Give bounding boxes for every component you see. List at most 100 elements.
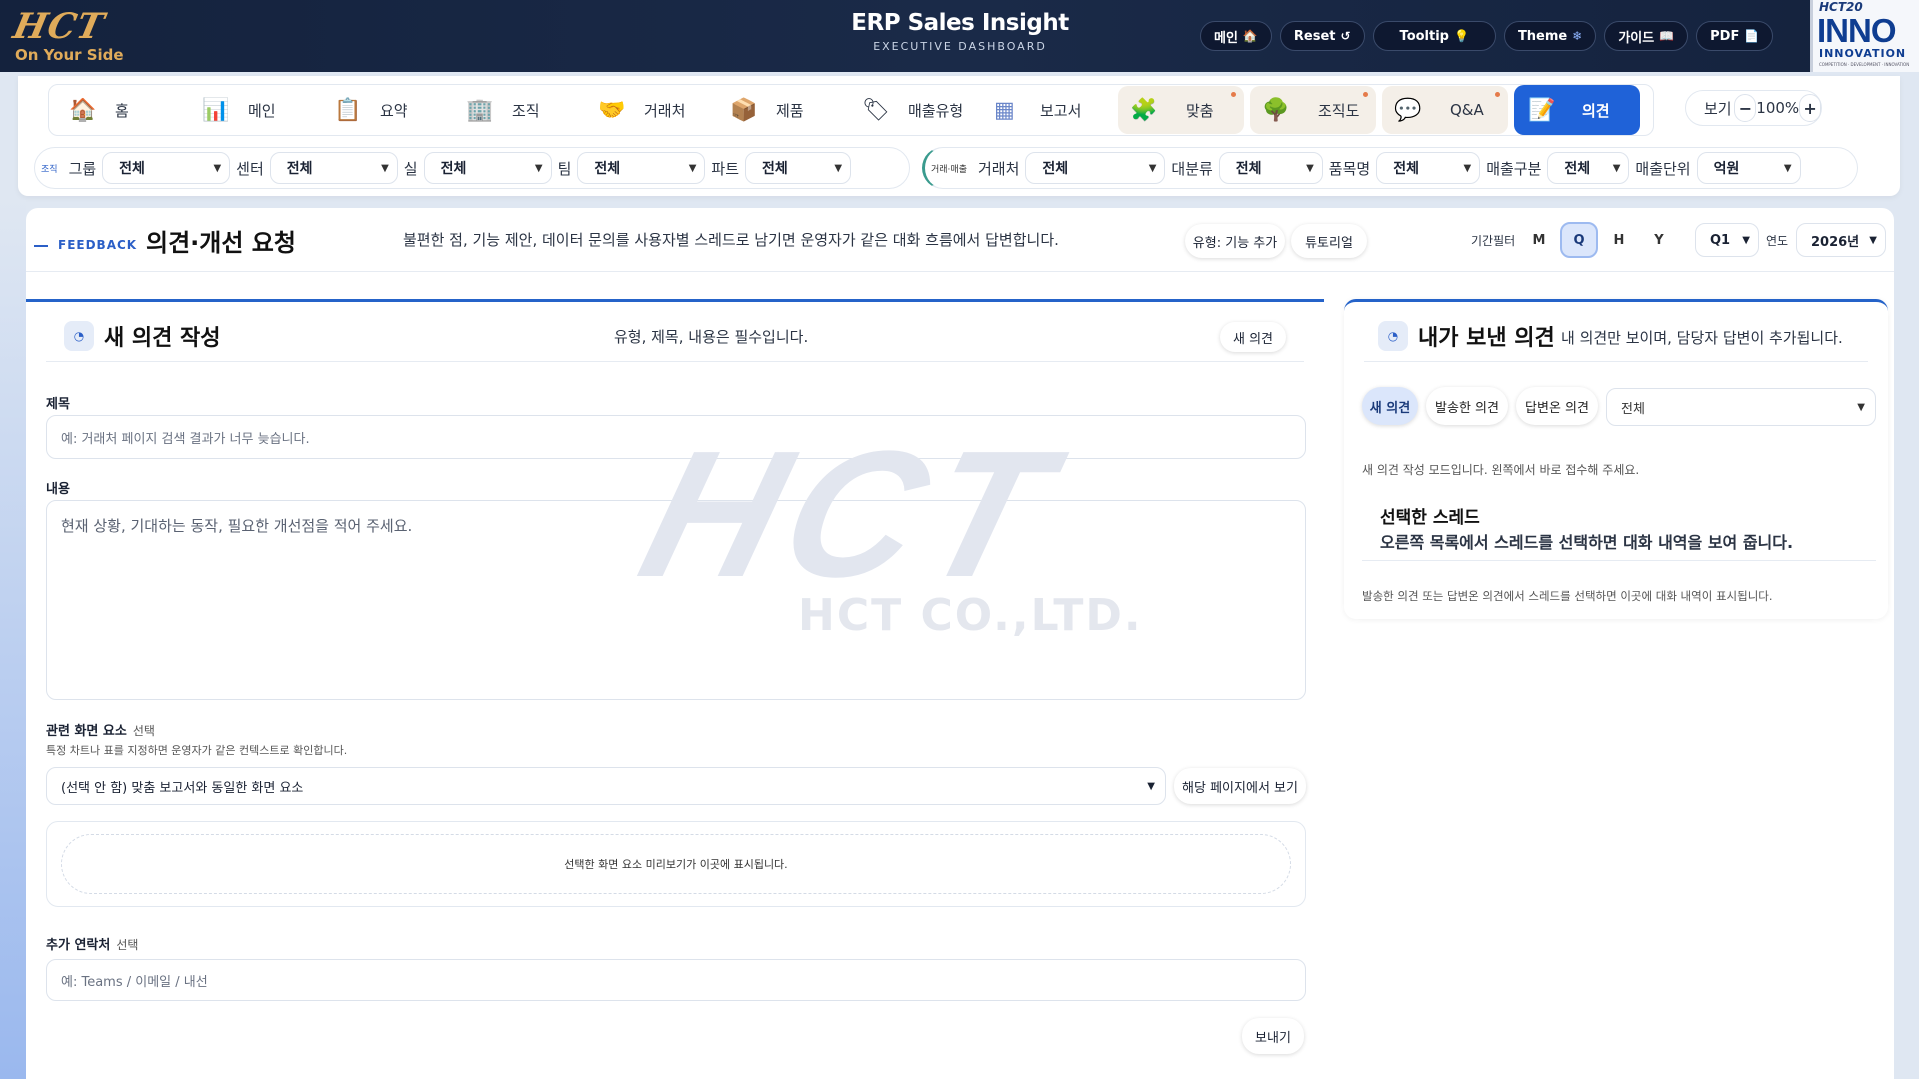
inno-fine: COMPETITION · DEVELOPMENT · INNOVATION [1819, 62, 1910, 67]
chevron-down-icon: ▼ [1306, 162, 1314, 174]
body-textarea[interactable]: 현재 상황, 기대하는 동작, 필요한 개선점을 적어 주세요. [46, 500, 1306, 700]
theme-button[interactable]: Theme ❄ [1503, 21, 1597, 51]
chevron-down-icon: ▼ [1857, 401, 1865, 413]
item-select[interactable]: 전체 ▼ [1376, 152, 1481, 184]
card-title: ◔ 내가 보낸 의견 [1378, 320, 1555, 352]
chevron-down-icon: ▼ [1742, 234, 1750, 246]
center-select[interactable]: 전체 ▼ [269, 152, 398, 184]
optional-tag: 선택 [116, 938, 139, 952]
year-select[interactable]: 2026년 ▼ [1796, 223, 1886, 257]
tab-sales-type[interactable]: 🏷 매출유형 [862, 84, 994, 136]
tab-org-chart[interactable]: 🌳 조직도 [1250, 86, 1376, 134]
tutorial-button[interactable]: 튜토리얼 [1291, 224, 1367, 258]
filter-label-team: 팀 [557, 159, 572, 178]
theme-button-label: Theme [1517, 28, 1568, 44]
grid-icon: ▦ [994, 97, 1015, 123]
tab-clients[interactable]: 🤝 거래처 [598, 84, 730, 136]
guide-button[interactable]: 가이드 📖 [1604, 21, 1689, 51]
part-select[interactable]: 전체 ▼ [745, 152, 852, 184]
page-description: 불편한 점, 기능 제안, 데이터 문의를 사용자별 스레드로 남기면 운영자가… [403, 231, 1059, 249]
related-label-text: 관련 화면 요소 [46, 724, 127, 739]
card-title: ◔ 새 의견 작성 [64, 320, 221, 352]
page-header: FEEDBACK 의견·개선 요청 불편한 점, 기능 제안, 데이터 문의를 … [26, 208, 1894, 272]
filter-label-unit: 매출단위 [1635, 159, 1691, 178]
tab-sent-feedback[interactable]: 발송한 의견 [1426, 387, 1508, 425]
preview-placeholder: 선택한 화면 요소 미리보기가 이곳에 표시됩니다. [61, 834, 1291, 894]
zoom-in-button[interactable]: + [1799, 94, 1821, 122]
tab-main[interactable]: 📊 메인 [202, 84, 334, 136]
tree-icon: 🌳 [1262, 97, 1290, 123]
zoom-out-button[interactable]: − [1734, 94, 1757, 122]
tab-qna[interactable]: 💬 Q&A [1382, 86, 1508, 134]
category-select[interactable]: 전체 ▼ [1218, 152, 1323, 184]
period-month[interactable]: M [1520, 222, 1558, 258]
contact-input[interactable]: 예: Teams / 이메일 / 내선 [46, 959, 1306, 1001]
house-icon: 🏠 [69, 97, 97, 123]
pdf-button-label: PDF [1710, 28, 1740, 44]
inno-sub: INNOVATION [1819, 47, 1907, 60]
select-value: 전체 [1564, 161, 1591, 177]
period-year[interactable]: Y [1640, 222, 1678, 258]
select-value: 전체 [119, 161, 145, 177]
tooltip-button-label: Tooltip [1399, 28, 1449, 44]
chevron-down-icon: ▼ [834, 162, 843, 174]
subject-input[interactable]: 예: 거래처 페이지 검색 결과가 너무 늦습니다. [46, 415, 1306, 459]
logo-word: HCT [9, 6, 109, 47]
package-icon: 📦 [730, 97, 758, 123]
inno-main: INNO [1817, 12, 1896, 49]
select-value: 전체 [286, 161, 313, 177]
type-pill[interactable]: 유형: 기능 추가 [1185, 224, 1285, 258]
pdf-button[interactable]: PDF 📄 [1696, 21, 1774, 51]
main-button[interactable]: 메인 🏠 [1200, 21, 1272, 51]
app-subtitle: EXECUTIVE DASHBOARD [873, 40, 1047, 53]
tab-label: 맞춤 [1186, 101, 1214, 120]
chevron-down-icon: ▼ [534, 162, 543, 174]
filter-label-group: 그룹 [68, 159, 97, 178]
trade-filter-group: 거래·매출 거래처 전체 ▼ 대분류 전체 ▼ 품목명 전체 ▼ 매출구분 전체 ▼ 매… [922, 147, 1858, 189]
tab-new-feedback[interactable]: 새 의견 [1362, 387, 1418, 425]
tab-home[interactable]: 🏠 홈 [69, 84, 202, 136]
sent-filter-select[interactable]: 전체 ▼ [1606, 388, 1876, 426]
zoom-control: 보기 − 100% + [1685, 90, 1822, 126]
body-label: 내용 [46, 482, 70, 497]
tooltip-button[interactable]: Tooltip 💡 [1372, 21, 1496, 51]
tab-feedback[interactable]: 📝 의견 [1514, 85, 1640, 135]
client-select[interactable]: 전체 ▼ [1025, 152, 1166, 184]
tab-organization[interactable]: 🏢 조직 [466, 84, 598, 136]
chevron-down-icon: ▼ [213, 162, 222, 174]
building-icon: 🏢 [466, 97, 494, 123]
handshake-icon: 🤝 [598, 97, 626, 123]
team-select[interactable]: 전체 ▼ [577, 152, 706, 184]
unit-select[interactable]: 억원 ▼ [1696, 152, 1801, 184]
office-select[interactable]: 전체 ▼ [423, 152, 552, 184]
tab-label: 조직 [512, 101, 540, 120]
related-element-select[interactable]: (선택 안 함) 맞춤 보고서와 동일한 화면 요소 ▼ [46, 767, 1166, 805]
notification-dot [1495, 92, 1500, 97]
send-button[interactable]: 보내기 [1242, 1018, 1304, 1054]
reset-button[interactable]: Reset ↺ [1279, 21, 1365, 51]
new-feedback-button[interactable]: 새 의견 [1220, 322, 1286, 352]
required-note: 유형, 제목, 내용은 필수입니다. [614, 328, 809, 346]
filter-label-client: 거래처 [977, 159, 1020, 178]
period-quarter[interactable]: Q [1560, 222, 1598, 258]
chevron-down-icon: ▼ [1463, 162, 1472, 174]
tab-summary[interactable]: 📋 요약 [334, 84, 466, 136]
reset-button-label: Reset [1293, 28, 1336, 44]
hct-logo[interactable]: HCT On Your Side [9, 6, 147, 66]
group-select[interactable]: 전체 ▼ [102, 152, 231, 184]
chevron-down-icon: ▼ [1148, 162, 1157, 174]
tab-custom[interactable]: 🧩 맞춤 [1118, 86, 1244, 134]
compose-icon: ◔ [64, 321, 94, 351]
quarter-select[interactable]: Q1 ▼ [1695, 223, 1759, 257]
period-half[interactable]: H [1600, 222, 1638, 258]
view-in-page-button[interactable]: 해당 페이지에서 보기 [1174, 768, 1306, 804]
sales-class-select[interactable]: 전체 ▼ [1547, 152, 1630, 184]
trade-badge: 거래·매출 [931, 164, 967, 175]
bar-chart-icon: 📊 [202, 97, 230, 123]
tab-products[interactable]: 📦 제품 [730, 84, 862, 136]
contact-label: 추가 연락처 선택 [46, 934, 138, 953]
tab-answered-feedback[interactable]: 답변온 의견 [1516, 387, 1598, 425]
tab-reports[interactable]: ▦ 보고서 [994, 84, 1118, 136]
subject-label: 제목 [46, 397, 70, 412]
filter-label-sales-class: 매출구분 [1486, 159, 1542, 178]
